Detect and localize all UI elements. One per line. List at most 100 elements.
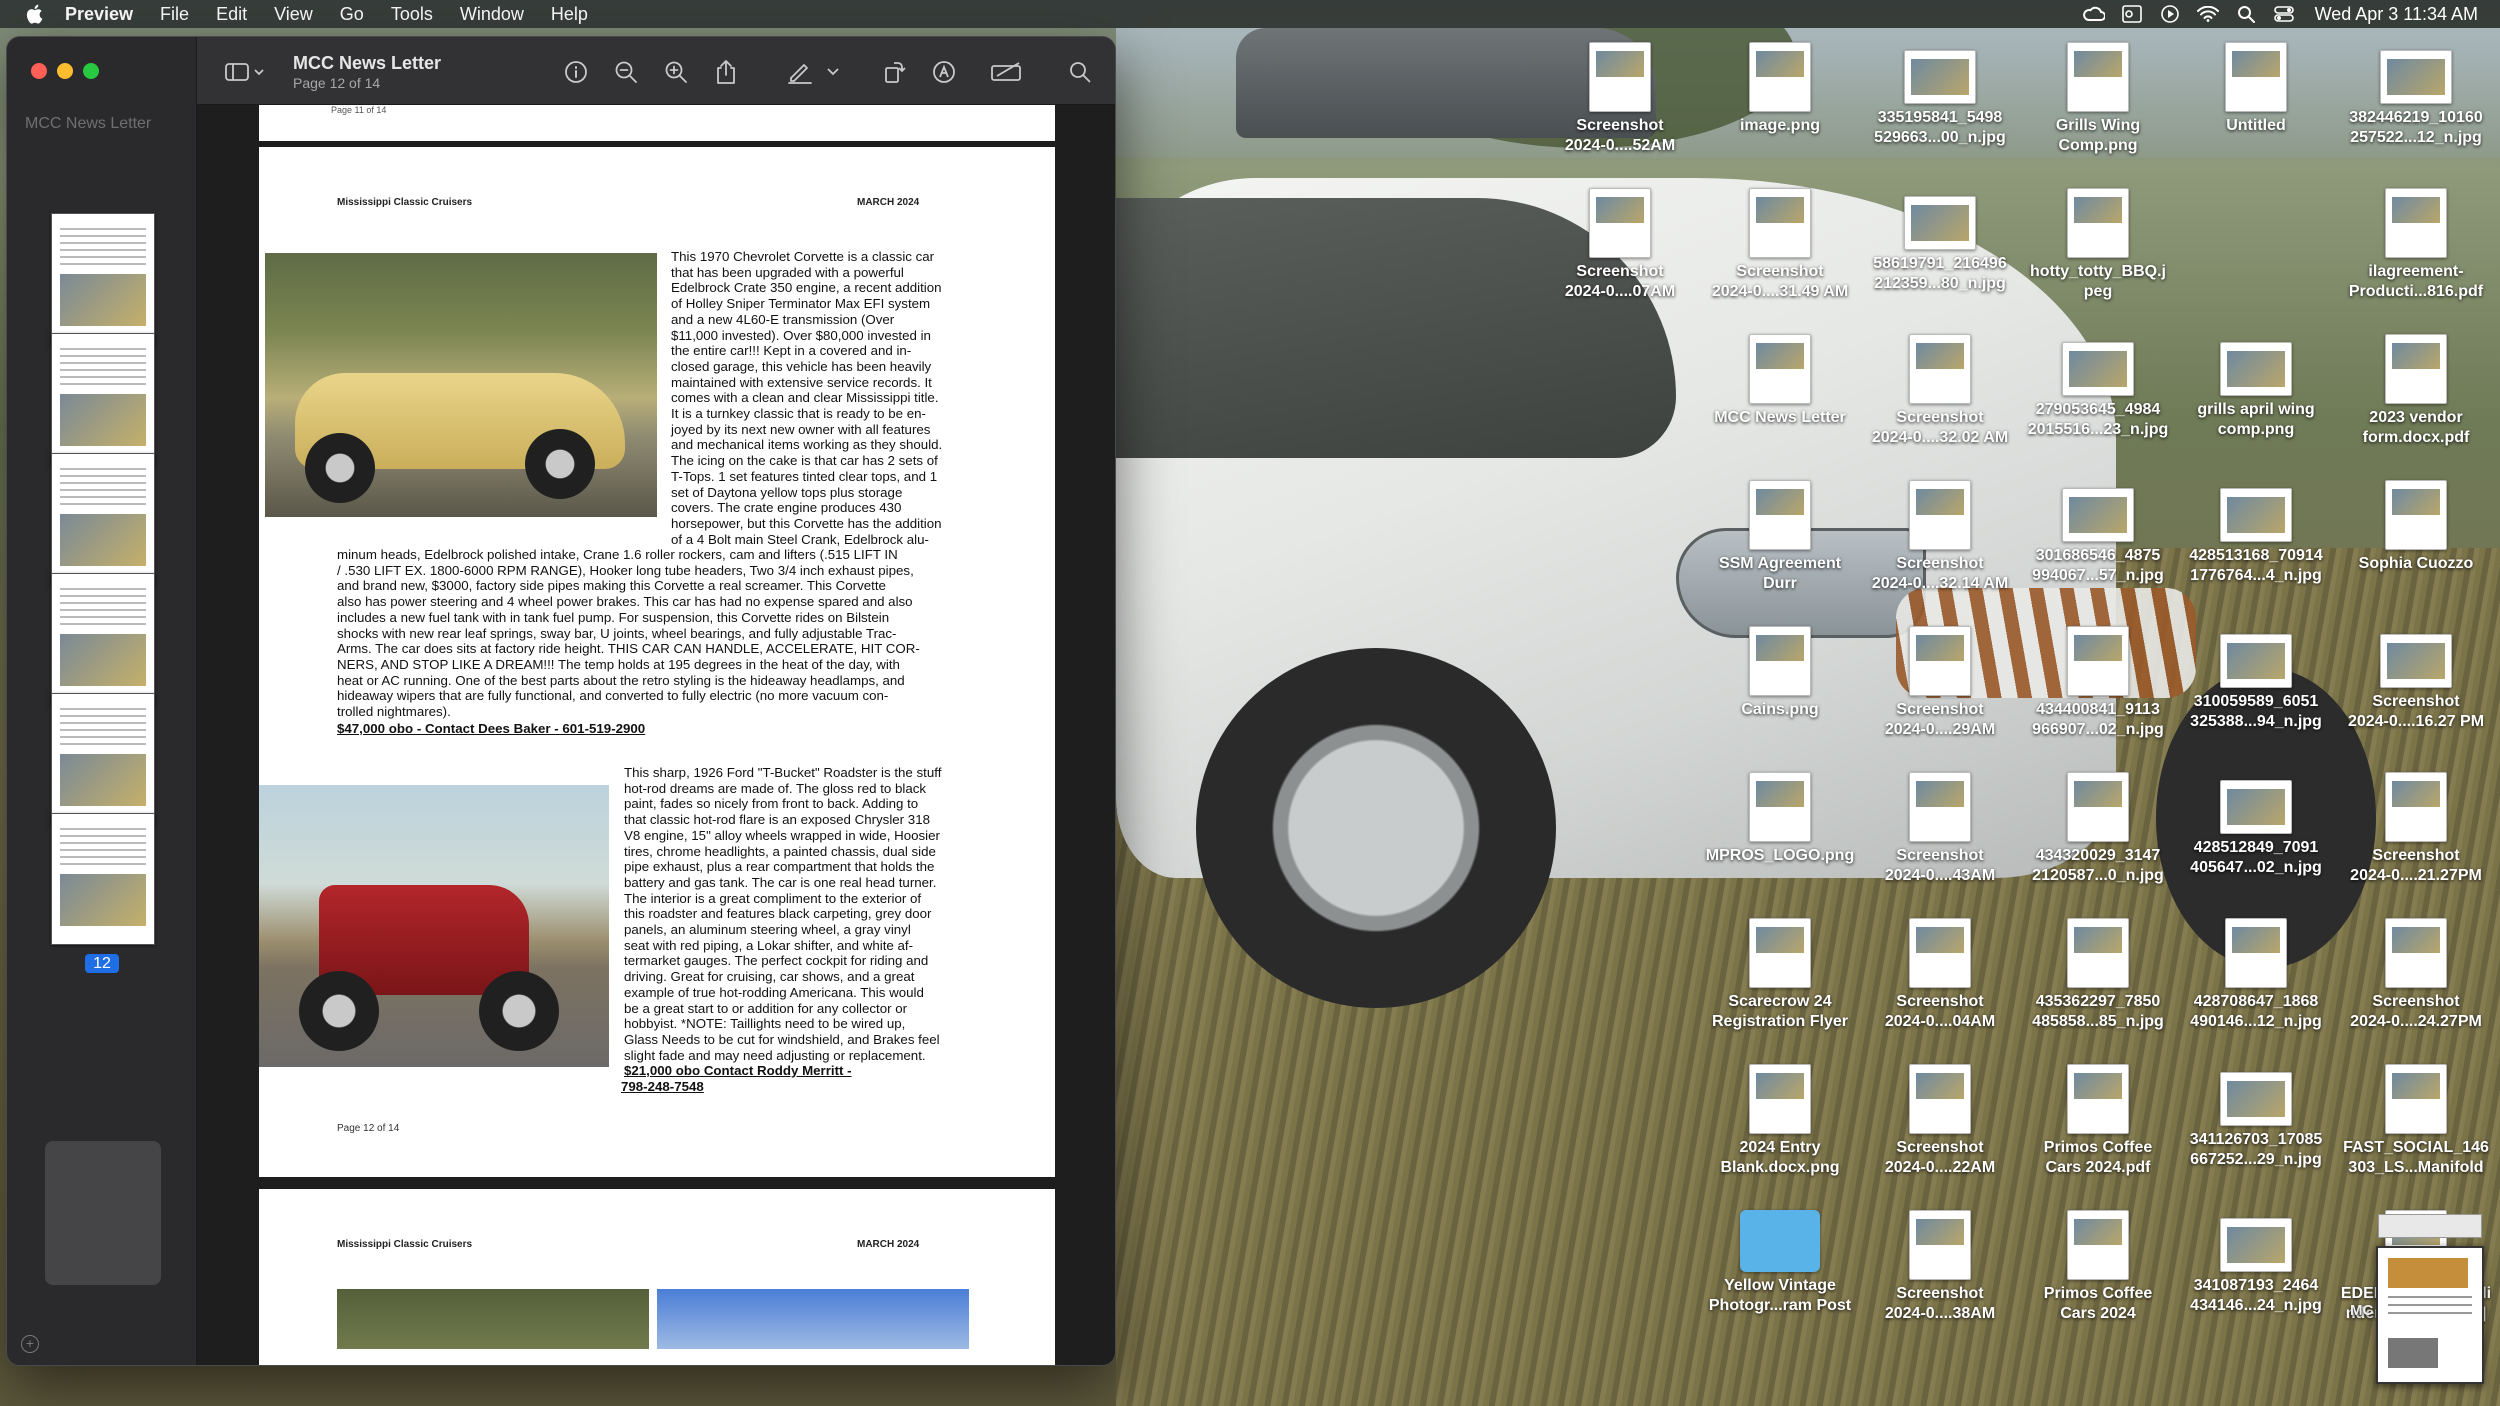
desktop-icon[interactable]: 435362297_7850 485858...85_n.jpg	[2018, 918, 2178, 1032]
desktop-icon[interactable]: 2023 vendor form.docx.pdf	[2336, 334, 2496, 448]
zoom-out-icon[interactable]	[613, 59, 639, 85]
menu-tools[interactable]: Tools	[391, 4, 433, 25]
desktop-icon[interactable]: Grills Wing Comp.png	[2018, 42, 2178, 156]
spotlight-search-icon[interactable]	[2235, 3, 2257, 25]
add-page-icon[interactable]: +	[21, 1335, 39, 1353]
desktop-icon[interactable]: 428708647_1868 490146...12_n.jpg	[2176, 918, 2336, 1032]
creative-cloud-icon[interactable]	[2082, 3, 2105, 25]
zoom-button[interactable]	[83, 63, 99, 79]
apple-icon[interactable]	[25, 4, 45, 24]
menu-help[interactable]: Help	[551, 4, 588, 25]
desktop-icon-label: Yellow Vintage Photogr...ram Post	[1700, 1276, 1860, 1316]
desktop-icon[interactable]: 434400841_9113 966907...02_n.jpg	[2018, 626, 2178, 740]
thumbnail-page-9[interactable]	[51, 453, 155, 585]
desktop-icon[interactable]: 434320029_3147 2120587...0_n.jpg	[2018, 772, 2178, 886]
document-view[interactable]: Page 11 of 14 Mississippi Classic Cruise…	[197, 105, 1115, 1365]
menu-window[interactable]: Window	[460, 4, 524, 25]
info-icon[interactable]	[563, 59, 589, 85]
desktop-icon[interactable]: MCC News Letter	[1700, 334, 1860, 428]
desktop-icon-label: Screenshot 2024-0....38AM	[1860, 1284, 2020, 1324]
desktop-icon[interactable]: Screenshot 2024-0....16.27 PM	[2336, 626, 2496, 732]
search-icon[interactable]	[1067, 59, 1093, 85]
thumbnail-page-8[interactable]	[51, 333, 155, 465]
menubar-clock[interactable]: Wed Apr 3 11:34 AM	[2315, 4, 2478, 25]
markup-pen-icon[interactable]	[787, 59, 813, 85]
desktop-icon[interactable]: Screenshot 2024-0....52AM	[1540, 42, 1700, 156]
outlook-icon[interactable]	[2121, 3, 2143, 25]
desktop-icon[interactable]: 279053645_4984 2015516...23_n.jpg	[2018, 334, 2178, 440]
desktop-icon[interactable]: 2024 Entry Blank.docx.png	[1700, 1064, 1860, 1178]
label-line: Screenshot	[2372, 993, 2460, 1010]
corvette-photo	[265, 253, 657, 517]
desktop-icon[interactable]: Screenshot 2024-0....32.14 AM	[1860, 480, 2020, 594]
desktop-icon[interactable]: Screenshot 2024-0....04AM	[1860, 918, 2020, 1032]
menu-go[interactable]: Go	[340, 4, 364, 25]
menu-edit[interactable]: Edit	[216, 4, 247, 25]
desktop-icon[interactable]: 341087193_2464 434146...24_n.jpg	[2176, 1210, 2336, 1316]
newsletter-window-peek[interactable]	[2376, 1246, 2484, 1384]
desktop-icon[interactable]: FAST_SOCIAL_146 303_LS...Manifold	[2336, 1064, 2496, 1178]
desktop-icon[interactable]: ilagreement- Producti...816.pdf	[2336, 188, 2496, 302]
desktop-icon[interactable]: Screenshot 2024-0....32.02 AM	[1860, 334, 2020, 448]
wifi-icon[interactable]	[2196, 3, 2219, 25]
document-file-icon	[2385, 918, 2447, 988]
desktop-icon-label: Grills Wing Comp.png	[2018, 116, 2178, 156]
form-fill-icon[interactable]	[991, 59, 1025, 85]
thumbnail-page-11[interactable]	[51, 693, 155, 825]
share-icon[interactable]	[713, 59, 739, 85]
thumbnail-page-7[interactable]	[51, 213, 155, 345]
desktop-icon[interactable]: Screenshot 2024-0....31.49 AM	[1700, 188, 1860, 302]
desktop-icon[interactable]: 301686546_4875 994067...57_n.jpg	[2018, 480, 2178, 586]
desktop-icon[interactable]: SSM Agreement Durr	[1700, 480, 1860, 594]
label-line: 257522...12_n.jpg	[2350, 129, 2482, 146]
article-line: slight fade and may need adjusting or re…	[624, 1047, 926, 1063]
control-center-icon[interactable]	[2273, 3, 2295, 25]
chevron-down-icon[interactable]	[825, 59, 841, 85]
desktop-icon[interactable]: 310059589_6051 325388...94_n.jpg	[2176, 626, 2336, 732]
desktop-icon[interactable]: Screenshot 2024-0....22AM	[1860, 1064, 2020, 1178]
menu-view[interactable]: View	[274, 4, 313, 25]
desktop-icon[interactable]: hotty_totty_BBQ.j peg	[2018, 188, 2178, 302]
desktop-icon[interactable]: Primos Coffee Cars 2024	[2018, 1210, 2178, 1324]
desktop-icon[interactable]: Screenshot 2024-0....38AM	[1860, 1210, 2020, 1324]
label-line: 2024-0....16.27 PM	[2347, 713, 2485, 730]
desktop-icon[interactable]: Sophia Cuozzo	[2336, 480, 2496, 574]
desktop-icon[interactable]: Screenshot 2024-0....07AM	[1540, 188, 1700, 302]
label-line: 301686546_4875	[2035, 547, 2161, 564]
desktop-icon[interactable]: Screenshot 2024-0....21.27PM	[2336, 772, 2496, 886]
close-button[interactable]	[31, 63, 47, 79]
sidebar-toggle-icon[interactable]	[223, 59, 267, 85]
menu-file[interactable]: File	[160, 4, 189, 25]
desktop-icon[interactable]: Screenshot 2024-0....24.27PM	[2336, 918, 2496, 1032]
desktop-icon[interactable]: 335195841_5498 529663...00_n.jpg	[1860, 42, 2020, 148]
menu-app-preview[interactable]: Preview	[65, 4, 133, 25]
desktop-icon[interactable]: 428513168_70914 1776764...4_n.jpg	[2176, 480, 2336, 586]
highlight-icon[interactable]	[931, 59, 957, 85]
desktop-icon[interactable]: Yellow Vintage Photogr...ram Post	[1700, 1210, 1860, 1316]
desktop-icon[interactable]: Screenshot 2024-0....43AM	[1860, 772, 2020, 886]
desktop-icon[interactable]: Untitled	[2176, 42, 2336, 136]
desktop-icon[interactable]: Primos Coffee Cars 2024.pdf	[2018, 1064, 2178, 1178]
thumbnail-sidebar[interactable]: MCC News Letter 789101112 +	[7, 37, 197, 1365]
desktop-icon[interactable]: 382446219_10160 257522...12_n.jpg	[2336, 42, 2496, 148]
thumbnail-page-10[interactable]	[51, 573, 155, 705]
zoom-in-icon[interactable]	[663, 59, 689, 85]
desktop-icon[interactable]: image.png	[1700, 42, 1860, 136]
desktop-icon[interactable]: Scarecrow 24 Registration Flyer	[1700, 918, 1860, 1032]
desktop-icon[interactable]: grills april wing comp.png	[2176, 334, 2336, 440]
desktop-icon[interactable]: 341126703_17085 667252...29_n.jpg	[2176, 1064, 2336, 1170]
article-t-bucket-text: This sharp, 1926 Ford "T-Bucket" Roadste…	[624, 765, 1054, 1063]
desktop-icon[interactable]: 58619791_216496 212359...80_n.jpg	[1860, 188, 2020, 294]
desktop-icon[interactable]: MPROS_LOGO.png	[1700, 772, 1860, 866]
thumbnail-page-12[interactable]	[51, 813, 155, 945]
desktop-icon[interactable]: 428512849_7091 405647...02_n.jpg	[2176, 772, 2336, 878]
label-line: Screenshot	[1896, 409, 1984, 426]
desktop-icon[interactable]: Cains.png	[1700, 626, 1860, 720]
rotate-icon[interactable]	[881, 59, 907, 85]
desktop-icon[interactable]: Screenshot 2024-0....29AM	[1860, 626, 2020, 740]
play-icon[interactable]	[2159, 3, 2181, 25]
desktop-icon-label: 301686546_4875 994067...57_n.jpg	[2018, 546, 2178, 586]
preview-window[interactable]: MCC News Letter 789101112 + MCC News Let…	[6, 36, 1116, 1366]
minimize-button[interactable]	[57, 63, 73, 79]
label-line: 966907...02_n.jpg	[2032, 721, 2164, 738]
